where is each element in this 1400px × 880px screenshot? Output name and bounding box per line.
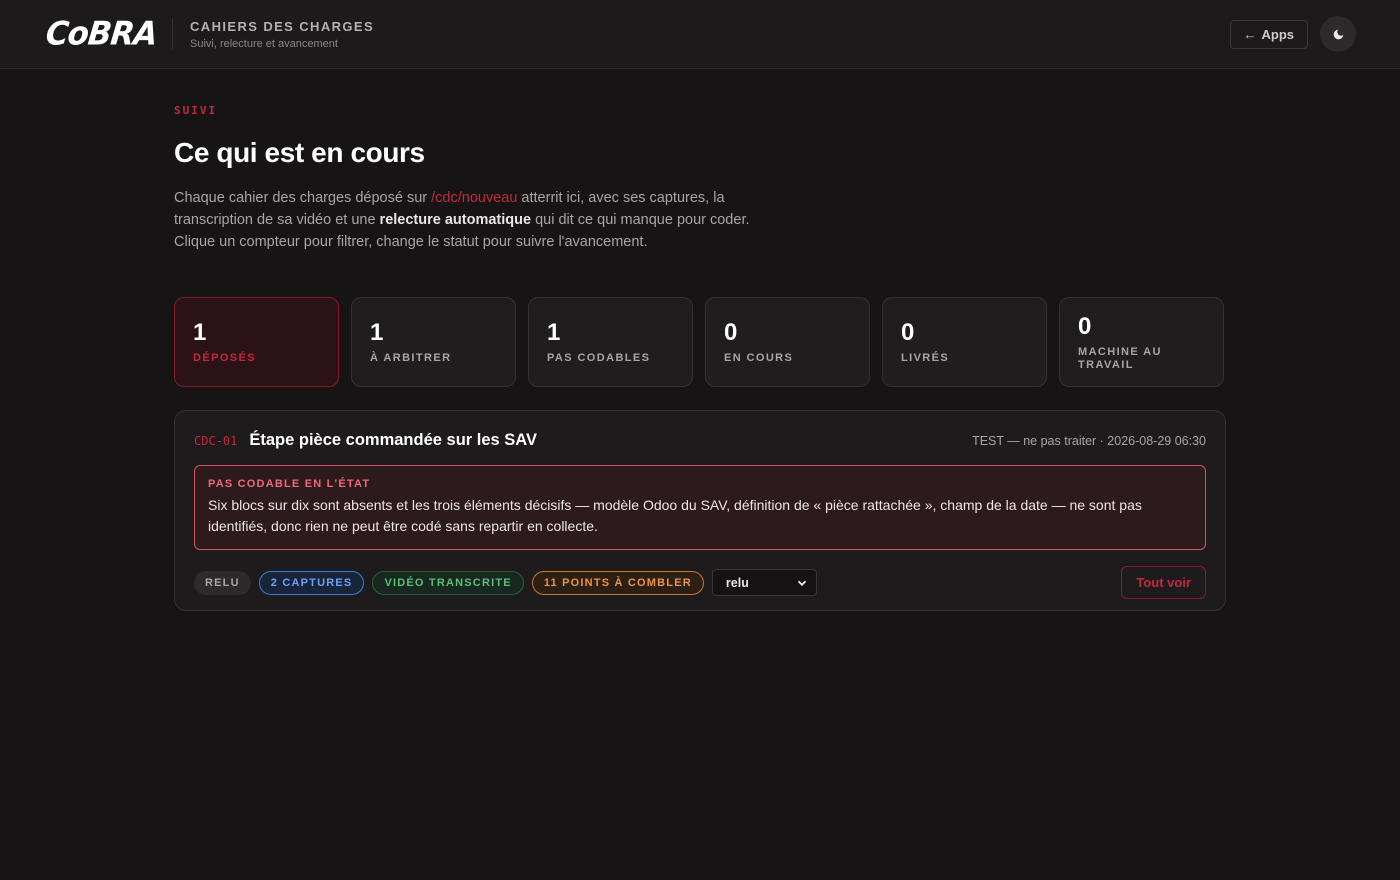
new-cdc-link[interactable]: /cdc/nouveau [431,190,517,206]
stat-value: 1 [547,319,561,346]
stat-value: 0 [901,319,915,346]
alert-text: Six blocs sur dix sont absents et les tr… [208,497,1142,534]
stat-livres[interactable]: 0 Livrés [882,297,1047,387]
stat-machine-au-travail[interactable]: 0 Machine au travail [1059,297,1224,387]
tag-video[interactable]: VIDÉO TRANSCRITE [372,570,524,595]
stat-value: 0 [724,319,738,346]
header-title: CAHIERS DES CHARGES [190,18,375,34]
stat-pas-codables[interactable]: 1 Pas codables [528,297,693,387]
section-eyebrow: SUIVI [174,104,218,117]
arrow-left-icon: ← [1243,26,1257,42]
not-codable-alert: PAS CODABLE EN L'ÉTAT Six blocs sur dix … [194,465,1206,550]
apps-button[interactable]: ← Apps [1229,19,1308,49]
stat-label: Machine au travail [1078,346,1162,371]
main-content: SUIVI Ce qui est en cours Chaque cahier … [174,69,1226,611]
card-title[interactable]: Étape pièce commandée sur les SAV [249,431,537,450]
header-subtitle: Suivi, relecture et avancement [190,37,338,50]
card-meta: TEST — ne pas traiter · 2026-08-29 06:30 [972,433,1206,448]
top-bar: CoBRA CAHIERS DES CHARGES Suivi, relectu… [0,0,1400,69]
theme-toggle-button[interactable] [1320,16,1356,52]
moon-icon [1333,29,1343,39]
stat-value: 1 [193,319,207,346]
see-all-button[interactable]: Tout voir [1121,566,1206,599]
header-divider [172,19,173,49]
stats-counters: 1 Déposés 1 À arbitrer 1 Pas codables 0 … [174,297,1226,387]
stat-label: En cours [724,352,794,364]
intro-bold: relecture automatique [379,212,532,228]
tag-points[interactable]: 11 POINTS À COMBLER [531,570,704,595]
card-id: CDC-01 [194,433,238,448]
stat-value: 0 [1078,313,1092,340]
tag-captures[interactable]: 2 CAPTURES [258,570,365,595]
stat-label: Livrés [901,352,950,364]
card-header: CDC-01 Étape pièce commandée sur les SAV… [194,431,1206,450]
alert-title: PAS CODABLE EN L'ÉTAT [208,478,371,490]
stat-deposes[interactable]: 1 Déposés [174,297,339,387]
tag-relu: RELU [194,570,251,595]
stat-label: À arbitrer [370,352,452,364]
page-title: Ce qui est en cours [174,137,425,168]
header-brand: CAHIERS DES CHARGES Suivi, relecture et … [190,19,374,50]
apps-button-label: Apps [1261,26,1295,42]
stat-label: Pas codables [547,352,651,364]
card-tags: RELU 2 CAPTURES VIDÉO TRANSCRITE 11 POIN… [194,566,1206,599]
cobra-logo[interactable]: CoBRA [44,15,159,53]
cdc-card: CDC-01 Étape pièce commandée sur les SAV… [174,410,1226,611]
intro-part-1: Chaque cahier des charges déposé sur [174,190,432,206]
stat-value: 1 [370,319,384,346]
stat-a-arbitrer[interactable]: 1 À arbitrer [351,297,516,387]
intro-text: Chaque cahier des charges déposé sur /cd… [174,187,774,253]
stat-en-cours[interactable]: 0 En cours [705,297,870,387]
stat-label: Déposés [193,352,256,364]
status-select-value: relu [725,575,749,590]
chevron-down-icon [797,580,807,586]
status-select[interactable]: relu [711,569,817,596]
